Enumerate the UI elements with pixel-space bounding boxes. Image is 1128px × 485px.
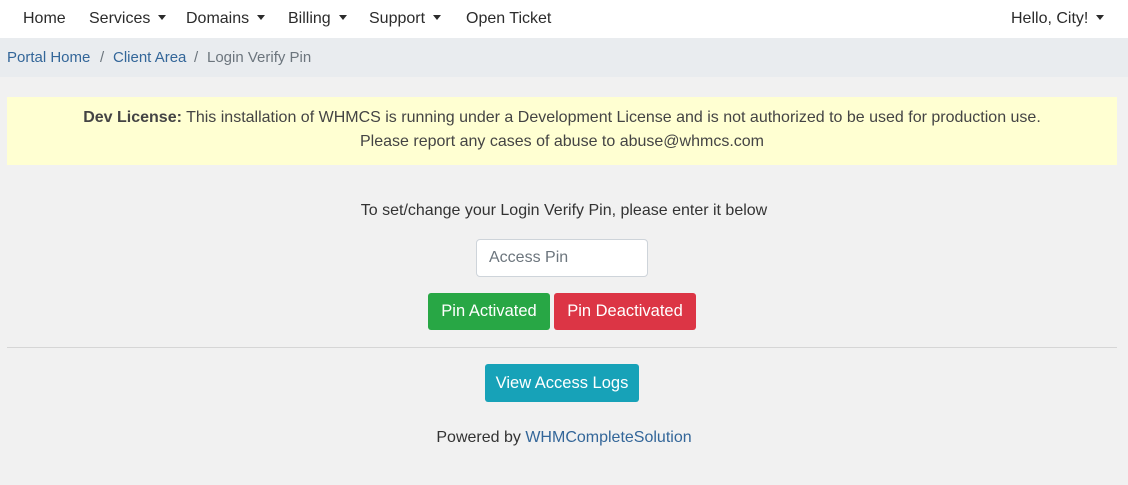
- caret-down-icon: [158, 15, 167, 20]
- top-navbar: Home Services Domains Billing Support Op…: [0, 0, 1128, 38]
- alert-label: Dev License:: [83, 109, 182, 126]
- nav-support-label: Support: [369, 10, 426, 27]
- alert-message: This installation of WHMCS is running un…: [186, 109, 1041, 126]
- pin-instruction-text: To set/change your Login Verify Pin, ple…: [360, 202, 768, 219]
- user-greeting-label: Hello, City!: [1011, 10, 1089, 27]
- nav-support-dropdown[interactable]: Support: [369, 0, 442, 38]
- breadcrumb-current-page: Login Verify Pin: [207, 49, 312, 66]
- breadcrumb-portal-home[interactable]: Portal Home: [7, 38, 90, 77]
- caret-down-icon: [433, 15, 442, 20]
- view-access-logs-button[interactable]: View Access Logs: [485, 364, 639, 402]
- section-divider: [7, 347, 1117, 348]
- alert-report-line: Please report any cases of abuse to abus…: [360, 133, 764, 150]
- nav-domains-label: Domains: [186, 10, 250, 27]
- dev-license-alert: Dev License: This installation of WHMCS …: [7, 97, 1117, 165]
- caret-down-icon: [1096, 15, 1105, 20]
- pin-activated-button[interactable]: Pin Activated: [428, 293, 550, 330]
- nav-services-dropdown[interactable]: Services: [89, 0, 167, 38]
- breadcrumb-separator: /: [100, 49, 105, 66]
- breadcrumb-client-area[interactable]: Client Area: [113, 38, 186, 77]
- nav-billing-label: Billing: [288, 10, 331, 27]
- pin-deactivated-button[interactable]: Pin Deactivated: [554, 293, 696, 330]
- nav-open-ticket[interactable]: Open Ticket: [466, 0, 551, 38]
- footer-whmcs-link[interactable]: WHMCompleteSolution: [525, 429, 691, 446]
- breadcrumb: Portal Home / Client Area / Login Verify…: [0, 38, 1128, 77]
- caret-down-icon: [338, 15, 347, 20]
- access-pin-input[interactable]: [476, 239, 648, 277]
- footer-prefix: Powered by: [436, 429, 521, 446]
- nav-open-ticket-label: Open Ticket: [466, 10, 552, 27]
- nav-domains-dropdown[interactable]: Domains: [186, 0, 266, 38]
- breadcrumb-separator: /: [194, 49, 199, 66]
- nav-services-label: Services: [89, 10, 151, 27]
- alert-line-1: Dev License: This installation of WHMCS …: [7, 106, 1117, 130]
- user-account-dropdown[interactable]: Hello, City!: [1011, 0, 1105, 38]
- nav-home-label: Home: [23, 10, 66, 27]
- caret-down-icon: [257, 15, 266, 20]
- nav-billing-dropdown[interactable]: Billing: [288, 0, 347, 38]
- nav-home[interactable]: Home: [23, 0, 66, 38]
- footer-powered-by: Powered by WHMCompleteSolution: [0, 426, 1128, 450]
